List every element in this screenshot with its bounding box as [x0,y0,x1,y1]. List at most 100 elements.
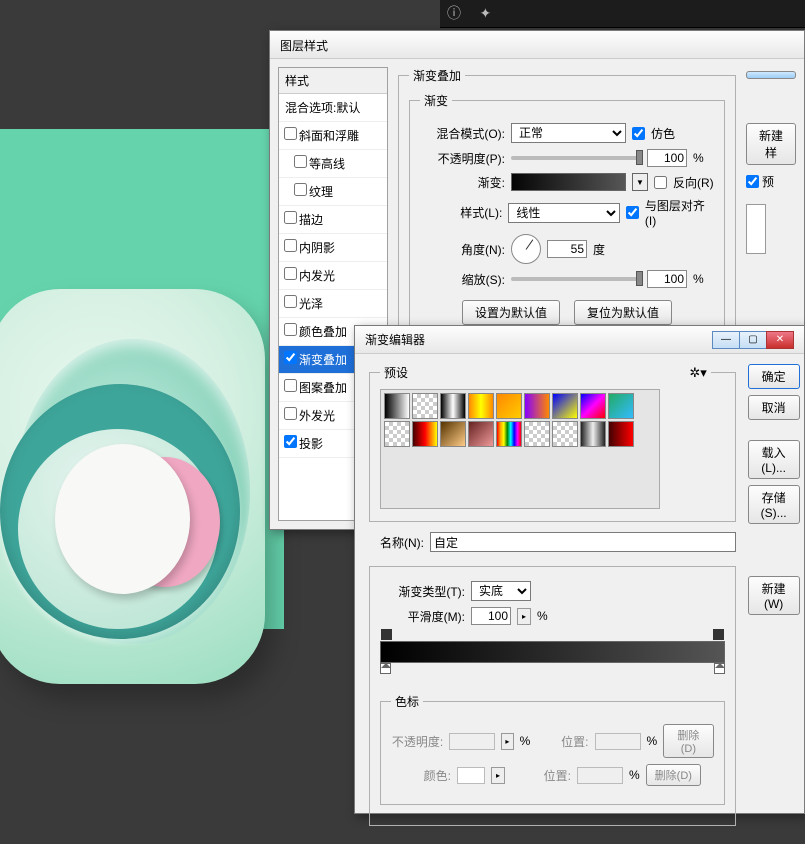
opacity-stop-right[interactable] [713,629,724,640]
stop-color-swatch[interactable] [457,767,485,784]
style-texture[interactable]: 纹理 [279,178,387,206]
style-inner-glow[interactable]: 内发光 [279,262,387,290]
ge-cancel-button[interactable]: 取消 [748,395,800,420]
gradient-preview[interactable] [511,173,626,191]
stop-delete-button-1[interactable]: 删除(D) [663,724,713,758]
reverse-checkbox[interactable] [654,176,667,189]
satin-checkbox[interactable] [284,295,297,308]
info-icon[interactable]: ⓘ [443,2,465,24]
ge-new-button[interactable]: 新建(W) [748,576,800,615]
opacity-slider[interactable] [511,156,641,160]
preset-swatch[interactable] [496,393,522,419]
style-satin[interactable]: 光泽 [279,290,387,318]
stop-delete-button-2[interactable]: 删除(D) [646,764,701,786]
reverse-label: 反向(R) [673,174,714,191]
preset-swatch[interactable] [412,393,438,419]
gradient-bar[interactable] [380,641,725,663]
contour-checkbox[interactable] [294,155,307,168]
pct-label-3: % [537,609,548,623]
preset-swatch[interactable] [580,393,606,419]
style-contour[interactable]: 等高线 [279,150,387,178]
align-checkbox[interactable] [626,206,639,219]
smoothness-spinner-icon[interactable]: ▸ [517,608,531,625]
make-default-button[interactable]: 设置为默认值 [462,300,560,325]
angle-dial[interactable] [511,234,541,264]
wand-icon[interactable]: ✦ [474,2,496,24]
preset-swatch[interactable] [384,393,410,419]
preset-swatch[interactable] [468,421,494,447]
preset-swatch[interactable] [608,393,634,419]
style-inner-shadow[interactable]: 内阴影 [279,234,387,262]
style-bevel[interactable]: 斜面和浮雕 [279,122,387,150]
preview-label-cut: 预 [762,173,774,190]
maximize-icon[interactable]: ▢ [739,331,767,349]
angle-label: 角度(N): [420,241,505,258]
gradient-group-label: 渐变 [420,92,452,109]
preset-swatch[interactable] [552,393,578,419]
preset-swatch[interactable] [580,421,606,447]
gradient-editor-titlebar[interactable]: 渐变编辑器 — ▢ ✕ [355,326,804,354]
gradient-type-select[interactable]: 实底 [471,581,531,601]
opacity-input[interactable] [647,149,687,167]
align-label: 与图层对齐(I) [645,197,714,228]
outer-glow-checkbox[interactable] [284,407,297,420]
smoothness-input[interactable] [471,607,511,625]
preset-swatch[interactable] [468,393,494,419]
preset-swatch[interactable] [524,421,550,447]
pct-label-2: % [693,272,704,286]
preset-swatch[interactable] [384,421,410,447]
color-stop-right[interactable] [714,663,725,674]
pattern-overlay-checkbox[interactable] [284,379,297,392]
preset-swatch[interactable] [552,421,578,447]
inner-shadow-checkbox[interactable] [284,239,297,252]
preset-swatch[interactable] [608,421,634,447]
artwork-icon [0,289,260,709]
gradient-name-input[interactable] [430,532,736,552]
drop-shadow-checkbox[interactable] [284,435,297,448]
ge-ok-button[interactable]: 确定 [748,364,800,389]
layer-style-title[interactable]: 图层样式 [270,31,804,59]
gradient-style-select[interactable]: 线性 [508,203,620,223]
minimize-icon[interactable]: — [712,331,740,349]
panel-title: 渐变叠加 [409,67,465,84]
ok-button-cut[interactable] [746,71,796,79]
artwork-white-circle [55,444,190,594]
reset-default-button[interactable]: 复位为默认值 [574,300,672,325]
color-stop-left[interactable] [380,663,391,674]
dither-checkbox[interactable] [632,127,645,140]
presets-menu-icon[interactable]: ✲▾ [689,365,706,381]
opacity-stop-left[interactable] [381,629,392,640]
gradient-overlay-checkbox[interactable] [284,351,297,364]
scale-input[interactable] [647,270,687,288]
presets-grid[interactable] [380,389,660,509]
inner-glow-checkbox[interactable] [284,267,297,280]
texture-checkbox[interactable] [294,183,307,196]
color-overlay-checkbox[interactable] [284,323,297,336]
preset-swatch[interactable] [440,393,466,419]
stroke-checkbox[interactable] [284,211,297,224]
styles-header[interactable]: 样式 [279,68,387,94]
preset-swatch[interactable] [412,421,438,447]
close-icon[interactable]: ✕ [766,331,794,349]
style-stroke[interactable]: 描边 [279,206,387,234]
scale-slider[interactable] [511,277,641,281]
blend-mode-select[interactable]: 正常 [511,123,626,143]
preview-checkbox[interactable] [746,173,759,190]
scale-label: 缩放(S): [420,271,505,288]
stop-pos-label-2: 位置: [511,767,571,784]
ge-load-button[interactable]: 载入(L)... [748,440,800,479]
drop-shadow-label: 投影 [299,437,323,451]
preset-swatch[interactable] [496,421,522,447]
angle-input[interactable] [547,240,587,258]
ge-save-button[interactable]: 存储(S)... [748,485,800,524]
blend-options-item[interactable]: 混合选项:默认 [279,94,387,122]
new-style-button-cut[interactable]: 新建样 [746,123,796,165]
preset-swatch[interactable] [524,393,550,419]
gradient-editor-title: 渐变编辑器 [365,331,425,348]
preview-swatch [746,204,766,254]
gradient-dropdown-icon[interactable]: ▼ [632,173,648,191]
bevel-checkbox[interactable] [284,127,297,140]
preset-swatch[interactable] [440,421,466,447]
inner-glow-label: 内发光 [299,269,335,283]
gradient-overlay-label: 渐变叠加 [299,353,347,367]
